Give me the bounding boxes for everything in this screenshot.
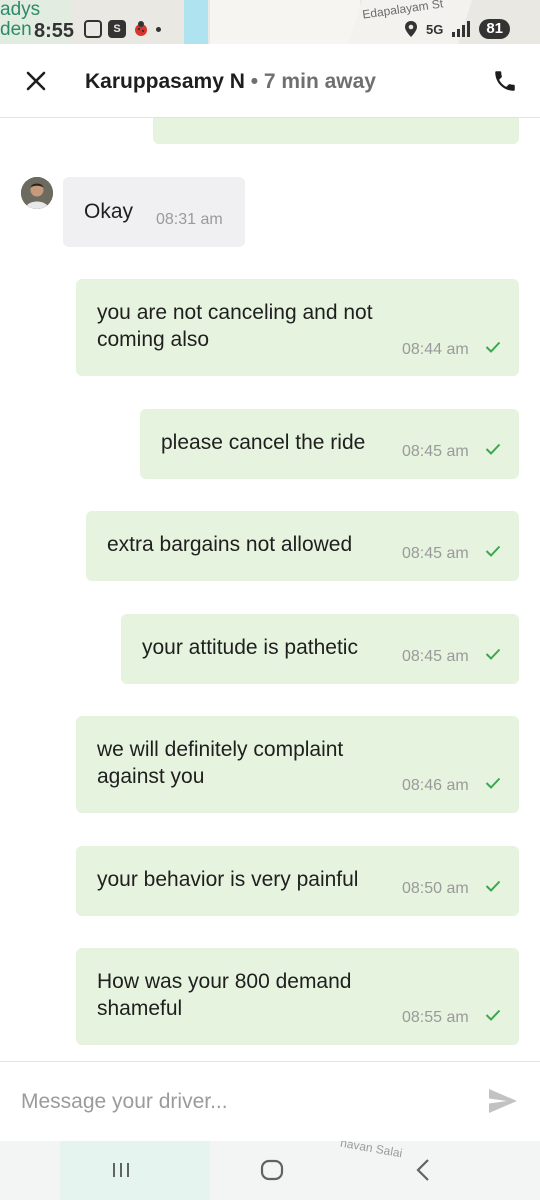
message-bubble-outgoing: we will definitely complaint against you… [76,716,519,813]
message-text: please cancel the ride [161,431,366,454]
network-type: 5G [425,21,444,37]
map-road [210,0,360,44]
check-icon [485,880,501,892]
signal-icon [452,21,471,37]
message-text: your attitude is pathetic [142,636,358,659]
message-bubble-outgoing: please cancel the ride 08:45 am [140,409,519,479]
back-icon[interactable] [409,1155,439,1185]
message-time: 08:50 am [402,880,469,897]
home-icon[interactable] [257,1155,287,1185]
check-icon [485,443,501,455]
phone-icon[interactable] [492,68,518,94]
message-input[interactable] [21,1086,451,1118]
message-text: your behavior is very painful [97,868,359,891]
message-time: 08:55 am [402,1009,469,1026]
message-bubble-outgoing: your attitude is pathetic 08:45 am [121,614,519,684]
check-icon [485,545,501,557]
message-time: 08:45 am [402,545,469,562]
message-text: you are not canceling and not coming als… [97,301,373,351]
check-icon [485,777,501,789]
message-bubble-outgoing: you are not canceling and not coming als… [76,279,519,376]
title-separator: • [244,70,264,93]
system-nav-bar: navan Salai [0,1141,540,1200]
system-icons: 5G 81 [404,19,510,39]
check-icon [485,648,501,660]
message-bubble-outgoing: your behavior is very painful 08:50 am [76,846,519,916]
driver-name: Karuppasamy N [85,70,245,93]
send-icon[interactable] [487,1087,519,1115]
driver-eta: 7 min away [263,70,376,93]
battery-level: 81 [479,19,510,39]
message-time: 08:45 am [402,648,469,665]
recents-icon[interactable] [106,1155,136,1185]
driver-avatar[interactable] [21,177,53,209]
status-time: 8:55 [34,20,75,42]
map-label-line: adys [0,0,41,20]
notification-icons: S [84,20,161,38]
location-icon [404,21,417,37]
chat-header: Karuppasamy N • 7 min away [0,44,540,118]
message-text: extra bargains not allowed [107,533,353,556]
message-time: 08:44 am [402,341,469,358]
check-icon [485,1009,501,1021]
driver-avatar-image [21,177,53,209]
message-time: 08:45 am [402,443,469,460]
driver-title: Karuppasamy N • 7 min away [85,70,376,94]
message-time: 08:31 am [156,211,223,228]
message-bubble-partial [153,118,519,144]
more-notifications-icon [156,26,161,32]
screenshot-icon [84,20,102,38]
message-text: How was your 800 demand shameful [97,970,352,1020]
message-text: Okay [84,200,134,223]
map-water [184,0,208,44]
message-composer [0,1061,540,1141]
message-bubble-incoming: Okay 08:31 am [63,177,245,247]
ladybug-icon [135,21,147,36]
message-bubble-outgoing: extra bargains not allowed 08:45 am [86,511,519,581]
check-icon [485,341,501,353]
status-bar: adys den Edapalayam St 8:55 S 5G 81 [0,0,540,44]
map-street-label: navan Salai [339,1141,404,1161]
close-icon[interactable] [24,69,48,93]
message-text: we will definitely complaint against you [97,738,344,788]
message-time: 08:46 am [402,777,469,794]
app-notification-icon: S [108,20,126,38]
chat-messages[interactable]: Okay 08:31 am you are not canceling and … [0,118,540,1061]
message-bubble-outgoing: How was your 800 demand shameful 08:55 a… [76,948,519,1045]
